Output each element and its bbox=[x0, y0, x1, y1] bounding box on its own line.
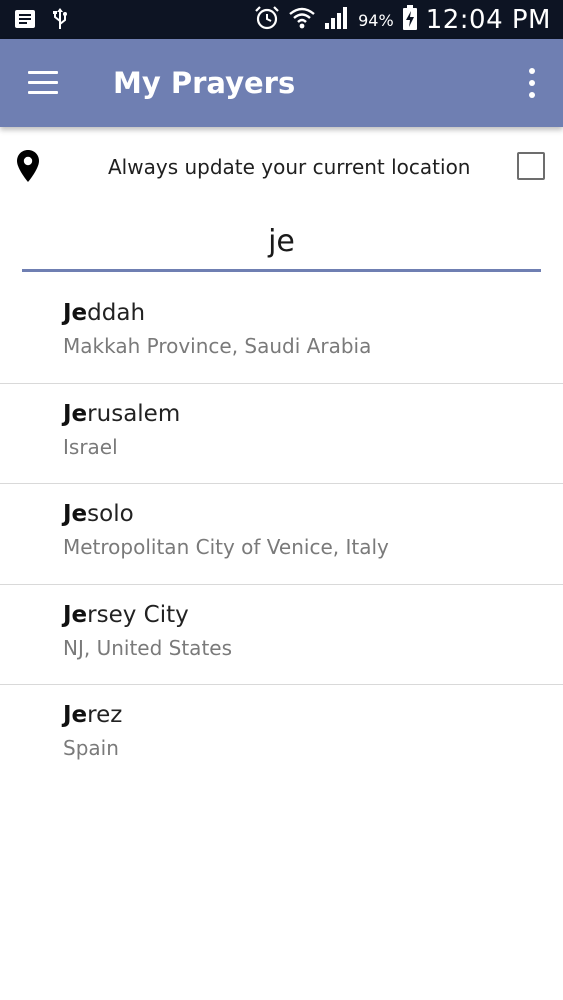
result-city-rest: ddah bbox=[87, 300, 146, 326]
result-city-rest: rsey City bbox=[87, 601, 189, 628]
more-options-icon[interactable] bbox=[525, 65, 539, 101]
result-city-match: Je bbox=[63, 300, 88, 326]
wifi-icon bbox=[288, 5, 316, 36]
result-city-match: Je bbox=[63, 400, 88, 427]
result-city-name: Jerez bbox=[63, 702, 122, 728]
location-pin-icon bbox=[16, 149, 40, 188]
result-region: Israel bbox=[63, 434, 118, 459]
result-city-match: Je bbox=[63, 702, 88, 728]
signal-icon bbox=[324, 6, 350, 35]
message-icon bbox=[14, 9, 36, 34]
always-update-location-label: Always update your current location bbox=[108, 155, 471, 179]
result-item[interactable]: Jerusalem Israel bbox=[0, 384, 563, 484]
result-region: Makkah Province, Saudi Arabia bbox=[63, 334, 372, 358]
result-region: NJ, United States bbox=[63, 635, 233, 660]
usb-icon bbox=[52, 8, 68, 35]
menu-icon[interactable] bbox=[26, 66, 62, 100]
battery-percent: 94% bbox=[358, 10, 394, 30]
status-bar-system: 94% 12:04 PM bbox=[254, 3, 551, 37]
result-city-name: Jersey City bbox=[63, 602, 189, 628]
result-region: Spain bbox=[63, 736, 119, 760]
result-city-name: Jeddah bbox=[63, 300, 145, 326]
result-city-rest: rusalem bbox=[87, 400, 181, 427]
status-bar-notifications bbox=[14, 8, 68, 35]
clock-time: 12:04 PM bbox=[425, 5, 551, 35]
result-city-name: Jesolo bbox=[63, 501, 134, 527]
app-bar: My Prayers bbox=[0, 39, 563, 127]
status-bar: 94% 12:04 PM bbox=[0, 0, 563, 39]
result-item[interactable]: Jeddah Makkah Province, Saudi Arabia bbox=[0, 283, 563, 384]
always-update-location-row[interactable]: Always update your current location bbox=[0, 142, 563, 190]
result-city-rest: solo bbox=[87, 501, 134, 527]
result-city-rest: rez bbox=[87, 702, 123, 728]
result-city-match: Je bbox=[63, 601, 88, 628]
result-item[interactable]: Jersey City NJ, United States bbox=[0, 585, 563, 685]
always-update-location-checkbox[interactable] bbox=[517, 152, 545, 180]
search-results-list: Jeddah Makkah Province, Saudi Arabia Jer… bbox=[0, 283, 563, 786]
result-city-match: Je bbox=[63, 501, 88, 527]
page-title: My Prayers bbox=[113, 66, 296, 100]
alarm-icon bbox=[254, 5, 280, 36]
result-item[interactable]: Jesolo Metropolitan City of Venice, Ital… bbox=[0, 484, 563, 585]
city-search-field bbox=[22, 215, 541, 272]
result-item[interactable]: Jerez Spain bbox=[0, 685, 563, 786]
battery-charging-icon bbox=[402, 4, 418, 36]
result-region: Metropolitan City of Venice, Italy bbox=[63, 535, 389, 559]
result-city-name: Jerusalem bbox=[63, 401, 180, 427]
city-search-input[interactable] bbox=[22, 215, 541, 267]
